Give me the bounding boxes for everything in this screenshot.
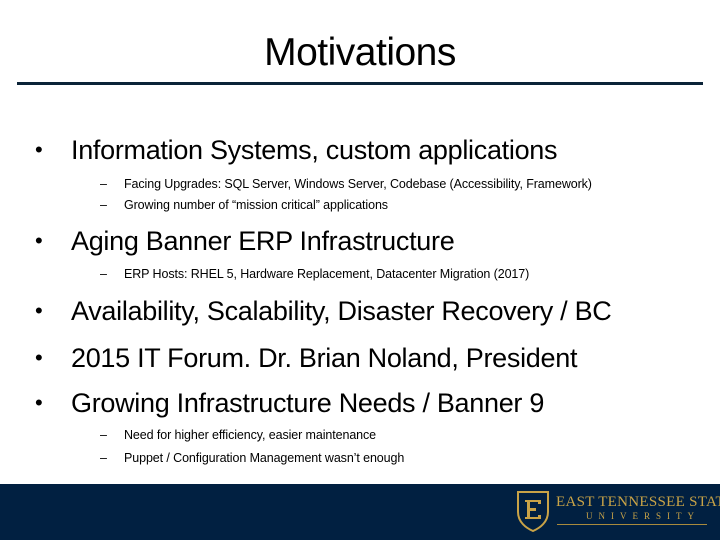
bullet-item: • 2015 IT Forum. Dr. Brian Noland, Presid… xyxy=(35,342,577,374)
bullet-icon: • xyxy=(35,298,43,323)
bullet-text: 2015 IT Forum. Dr. Brian Noland, Preside… xyxy=(71,343,578,373)
bullet-text: Growing Infrastructure Needs / Banner 9 xyxy=(71,388,545,418)
logo-underline xyxy=(557,524,707,525)
sub-bullet-item: – Need for higher efficiency, easier main… xyxy=(100,427,376,443)
bullet-item: • Growing Infrastructure Needs / Banner 9 xyxy=(35,387,544,419)
bullet-item: • Information Systems, custom application… xyxy=(35,134,558,166)
slide-title: Motivations xyxy=(264,31,456,74)
dash-icon: – xyxy=(100,267,107,281)
sub-bullet-text: Puppet / Configuration Management wasn’t… xyxy=(124,451,405,465)
university-subtitle: UNIVERSITY xyxy=(586,511,700,521)
bullet-icon: • xyxy=(35,345,43,370)
bullet-icon: • xyxy=(35,137,43,162)
bullet-icon: • xyxy=(35,390,43,415)
dash-icon: – xyxy=(100,451,107,465)
bullet-text: Availability, Scalability, Disaster Reco… xyxy=(71,296,612,326)
sub-bullet-item: – Facing Upgrades: SQL Server, Windows Se… xyxy=(100,176,592,192)
university-name: EAST TENNESSEE STATE xyxy=(556,494,720,510)
bullet-text: Aging Banner ERP Infrastructure xyxy=(71,226,455,256)
bullet-item: • Aging Banner ERP Infrastructure xyxy=(35,225,455,257)
bullet-icon: • xyxy=(35,228,43,253)
sub-bullet-item: – Growing number of “mission critical” ap… xyxy=(100,197,388,213)
title-divider xyxy=(17,82,703,85)
dash-icon: – xyxy=(100,198,107,212)
sub-bullet-item: – Puppet / Configuration Management wasn’… xyxy=(100,450,404,466)
sub-bullet-text: Facing Upgrades: SQL Server, Windows Ser… xyxy=(124,177,592,191)
bullet-item: • Availability, Scalability, Disaster Rec… xyxy=(35,295,612,327)
sub-bullet-text: ERP Hosts: RHEL 5, Hardware Replacement,… xyxy=(124,267,530,281)
sub-bullet-item: – ERP Hosts: RHEL 5, Hardware Replacement… xyxy=(100,266,529,282)
sub-bullet-text: Need for higher efficiency, easier maint… xyxy=(124,428,377,442)
dash-icon: – xyxy=(100,177,107,191)
etsu-shield-icon xyxy=(517,491,549,532)
sub-bullet-text: Growing number of “mission critical” app… xyxy=(124,198,388,212)
bullet-text: Information Systems, custom applications xyxy=(71,135,558,165)
dash-icon: – xyxy=(100,428,107,442)
